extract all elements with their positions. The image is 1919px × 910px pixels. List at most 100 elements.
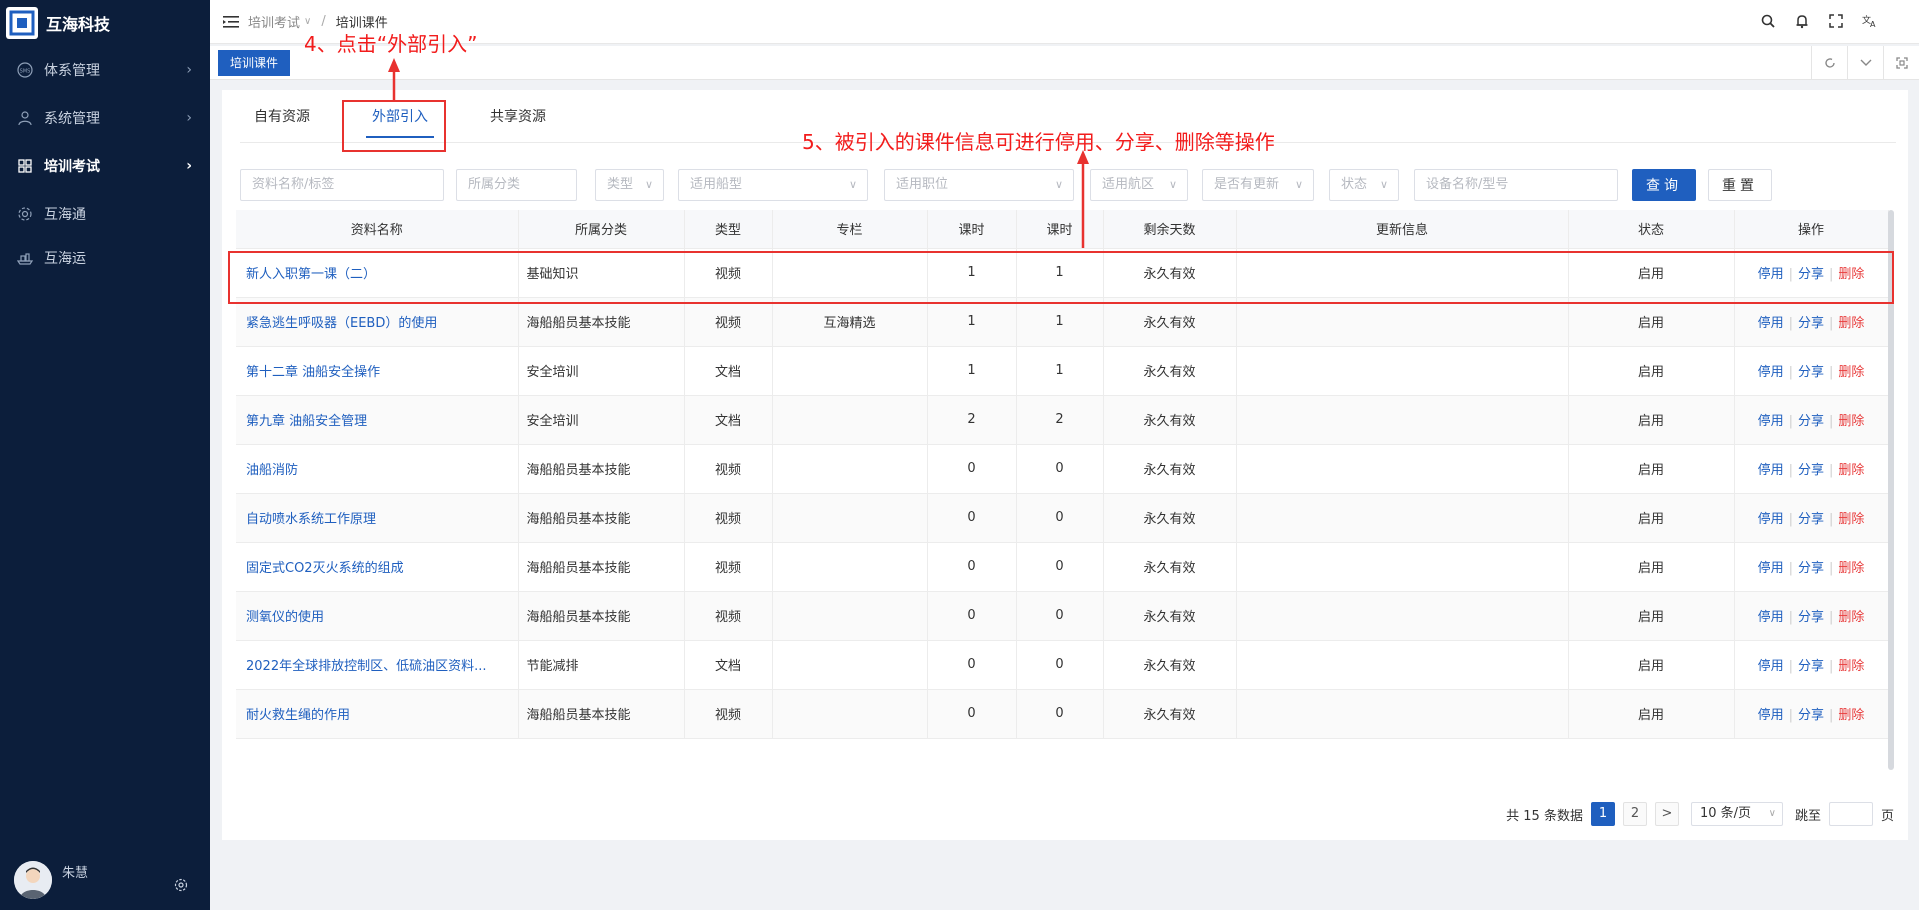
share-button[interactable]: 分享 [1798, 659, 1824, 674]
page-size-select[interactable]: 10 条/页 ∨ [1690, 802, 1783, 826]
course-name-link[interactable]: 固定式CO2灭火系统的组成 [236, 542, 519, 592]
position-select[interactable]: 适用职位 ∨ [884, 169, 1074, 201]
update-info-cell [1236, 395, 1569, 445]
settings-gear-icon[interactable] [174, 878, 188, 896]
type-select[interactable]: 类型 ∨ [595, 169, 664, 201]
device-name-model-input[interactable]: 设备名称/型号 [1414, 169, 1618, 201]
delete-button[interactable]: 删除 [1838, 463, 1864, 478]
share-button[interactable]: 分享 [1798, 463, 1824, 478]
category-select[interactable]: 所属分类 [456, 169, 577, 201]
sidebar-item-system-management[interactable]: SMS 体系管理 › [0, 46, 210, 94]
disable-button[interactable]: 停用 [1758, 463, 1784, 478]
status-select[interactable]: 状态 ∨ [1329, 169, 1399, 201]
course-name-link[interactable]: 自动喷水系统工作原理 [236, 493, 519, 543]
disable-button[interactable]: 停用 [1758, 316, 1784, 331]
has-update-select[interactable]: 是否有更新 ∨ [1202, 169, 1314, 201]
delete-button[interactable]: 删除 [1838, 512, 1864, 527]
share-button[interactable]: 分享 [1798, 561, 1824, 576]
delete-button[interactable]: 删除 [1838, 316, 1864, 331]
column-cell [772, 640, 928, 690]
logo[interactable]: 互海科技 [0, 0, 210, 46]
disable-button[interactable]: 停用 [1758, 561, 1784, 576]
status-badge: 启用 [1568, 591, 1735, 641]
share-button[interactable]: 分享 [1798, 365, 1824, 380]
share-button[interactable]: 分享 [1798, 512, 1824, 527]
divider: | [1829, 561, 1834, 576]
sidebar-item-training-exam[interactable]: 培训考试 › [0, 142, 210, 190]
name-tag-input[interactable]: 资料名称/标签 [240, 169, 444, 201]
bell-icon[interactable] [1793, 12, 1811, 30]
update-info-cell [1236, 640, 1569, 690]
user-profile[interactable]: 朱慧 [14, 858, 200, 902]
delete-button[interactable]: 删除 [1838, 659, 1864, 674]
course-name-link[interactable]: 耐火救生绳的作用 [236, 689, 519, 739]
sidebar: 互海科技 SMS 体系管理 › 系统管理 › 培训考试 › 互海通 互海运 朱慧 [0, 0, 210, 910]
tab-own-resources[interactable]: 自有资源 [240, 90, 324, 144]
share-button[interactable]: 分享 [1798, 610, 1824, 625]
divider: | [1788, 463, 1793, 478]
status-select-placeholder: 状态 [1341, 177, 1368, 192]
disable-button[interactable]: 停用 [1758, 659, 1784, 674]
remaining-days-cell: 永久有效 [1103, 493, 1237, 543]
delete-button[interactable]: 删除 [1838, 610, 1864, 625]
share-button[interactable]: 分享 [1798, 316, 1824, 331]
main-card: 自有资源 外部引入 共享资源 资料名称/标签 所属分类 类型 ∨ 适用船型 ∨ 适用… [222, 90, 1908, 840]
disable-button[interactable]: 停用 [1758, 708, 1784, 723]
table-row: 耐火救生绳的作用 海船船员基本技能 视频 0 0 永久有效 启用 停用 | 分享 | 删除 [236, 689, 1889, 739]
disable-button[interactable]: 停用 [1758, 512, 1784, 527]
page-tab-training-courseware[interactable]: 培训课件 [218, 50, 291, 76]
sidebar-item-system-admin[interactable]: 系统管理 › [0, 94, 210, 142]
course-name-link[interactable]: 测氧仪的使用 [236, 591, 519, 641]
menu-fold-icon[interactable] [222, 13, 240, 31]
vessel-type-select[interactable]: 适用船型 ∨ [678, 169, 868, 201]
actions-cell: 停用 | 分享 | 删除 [1734, 346, 1889, 396]
chevron-down-icon: ∨ [304, 16, 312, 27]
status-badge: 启用 [1568, 444, 1735, 494]
annotation-box-first-row [228, 251, 1894, 304]
divider: | [1788, 659, 1793, 674]
fullscreen-icon[interactable] [1827, 12, 1845, 30]
course-name-link[interactable]: 第九章 油船安全管理 [236, 395, 519, 445]
disable-button[interactable]: 停用 [1758, 365, 1784, 380]
actions-cell: 停用 | 分享 | 删除 [1734, 395, 1889, 445]
query-button[interactable]: 查询 [1632, 169, 1696, 201]
disable-button[interactable]: 停用 [1758, 610, 1784, 625]
area-select[interactable]: 适用航区 ∨ [1090, 169, 1188, 201]
search-icon[interactable] [1759, 12, 1777, 30]
delete-button[interactable]: 删除 [1838, 561, 1864, 576]
course-name-link[interactable]: 油船消防 [236, 444, 519, 494]
course-name-link[interactable]: 第十二章 油船安全操作 [236, 346, 519, 396]
hours-cell: 1 [1016, 346, 1104, 396]
next-page-button[interactable]: > [1654, 802, 1679, 826]
delete-button[interactable]: 删除 [1838, 708, 1864, 723]
status-badge: 启用 [1568, 493, 1735, 543]
share-button[interactable]: 分享 [1798, 708, 1824, 723]
avatar[interactable] [14, 861, 52, 899]
hours-cell: 0 [927, 444, 1017, 494]
chevron-down-icon: ∨ [1054, 178, 1063, 191]
breadcrumb-parent[interactable]: 培训考试 [248, 12, 300, 31]
has-update-select-placeholder: 是否有更新 [1214, 177, 1280, 192]
column-cell [772, 346, 928, 396]
grid-icon [16, 157, 34, 175]
jump-page-input[interactable] [1828, 802, 1873, 826]
delete-button[interactable]: 删除 [1838, 365, 1864, 380]
category-select-placeholder: 所属分类 [468, 177, 521, 192]
course-name-link[interactable]: 2022年全球排放控制区、低硫油区资料... [236, 640, 519, 690]
sidebar-item-huhaitong[interactable]: 互海通 [0, 190, 210, 238]
reset-button[interactable]: 重置 [1708, 169, 1772, 201]
chevron-down-icon[interactable] [1847, 46, 1883, 80]
maximize-icon[interactable] [1883, 46, 1919, 80]
tab-shared-resources[interactable]: 共享资源 [476, 90, 560, 144]
translate-icon[interactable]: 文A [1861, 12, 1879, 30]
share-button[interactable]: 分享 [1798, 414, 1824, 429]
refresh-icon[interactable] [1811, 46, 1847, 80]
divider: | [1788, 610, 1793, 625]
course-name-link[interactable]: 紧急逃生呼吸器（EEBD）的使用 [236, 297, 519, 347]
annotation-step4: 4、点击“外部引入” [304, 32, 478, 56]
disable-button[interactable]: 停用 [1758, 414, 1784, 429]
page-1-button[interactable]: 1 [1590, 802, 1615, 826]
delete-button[interactable]: 删除 [1838, 414, 1864, 429]
page-2-button[interactable]: 2 [1622, 802, 1647, 826]
sidebar-item-huhaiyun[interactable]: 互海运 [0, 238, 210, 278]
